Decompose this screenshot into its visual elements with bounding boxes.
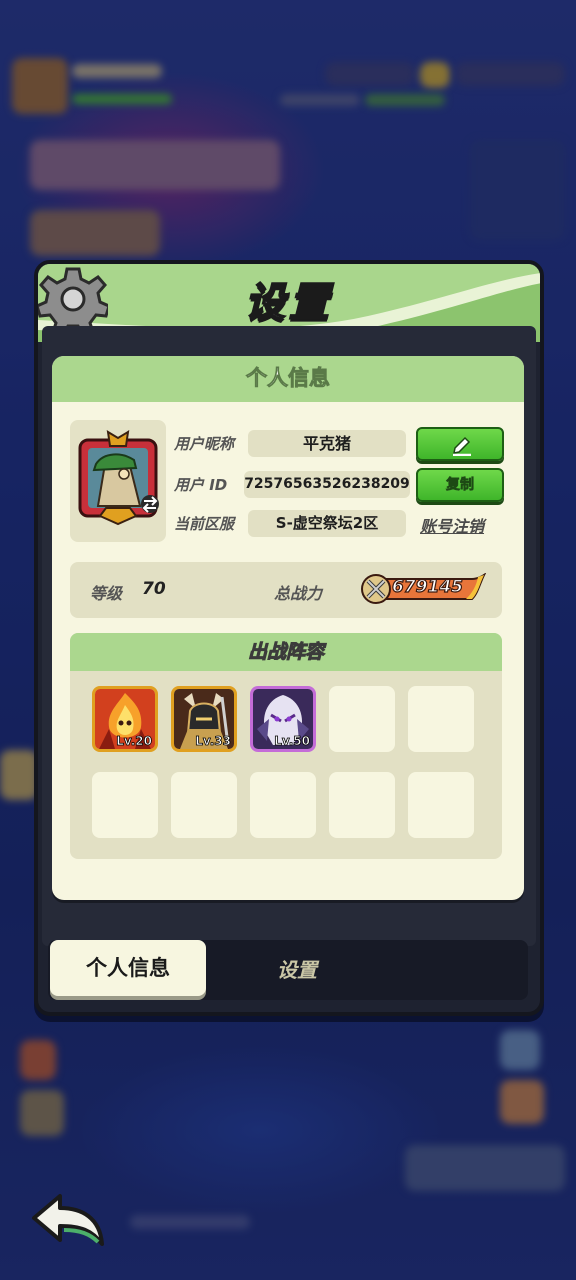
power-badge: 679145 <box>360 573 486 605</box>
lineup-title: 出战阵容 <box>70 633 502 671</box>
back-arrow-icon[interactable] <box>30 1192 106 1250</box>
empty-hero-slot[interactable] <box>408 772 474 838</box>
empty-hero-slot[interactable] <box>329 686 395 752</box>
hero-level: Lv.20 <box>116 734 153 749</box>
hero-slot-3[interactable]: Lv.50 <box>250 686 316 752</box>
empty-hero-slot[interactable] <box>250 772 316 838</box>
pencil-icon <box>453 436 471 456</box>
dialog-title: 设置 <box>244 279 333 327</box>
level-label: 等级 <box>90 584 123 603</box>
tab-settings[interactable]: 设置 <box>222 944 372 996</box>
tab-profile[interactable]: 个人信息 <box>50 940 206 996</box>
server-label: 当前区服 <box>174 515 235 533</box>
edit-nickname-button[interactable] <box>416 427 504 461</box>
nickname-value: 平克猪 <box>248 430 406 457</box>
avatar-frame-icon <box>78 430 159 526</box>
profile-panel: 个人信息 用户昵称 平克猪 用户 ID 7257656352623820​9 复… <box>52 356 524 900</box>
account-delete-link[interactable]: 账号注销 <box>420 513 484 537</box>
hero-level: Lv.50 <box>274 734 311 749</box>
empty-hero-slot[interactable] <box>408 686 474 752</box>
user-id-value: 7257656352623820​9 <box>244 471 410 498</box>
server-value: S-虚空祭坛2区 <box>248 510 406 537</box>
empty-hero-slot[interactable] <box>329 772 395 838</box>
power-label: 总战力 <box>274 584 323 603</box>
empty-hero-slot[interactable] <box>171 772 237 838</box>
power-value: 679145 <box>391 576 463 597</box>
empty-hero-slot[interactable] <box>92 772 158 838</box>
avatar[interactable] <box>70 420 166 542</box>
hero-slot-1[interactable]: Lv.20 <box>92 686 158 752</box>
copy-id-button[interactable]: 复制 <box>416 468 504 502</box>
stats-bar: 等级 70 总战力 679145 <box>70 562 502 618</box>
hero-level: Lv.33 <box>195 734 232 749</box>
level-value: 70 <box>142 579 166 599</box>
profile-panel-title: 个人信息 <box>52 356 524 402</box>
battle-lineup: 出战阵容 Lv.20 Lv.33 Lv.50 <box>70 633 502 859</box>
nickname-label: 用户昵称 <box>174 435 235 453</box>
user-id-label: 用户 ID <box>174 476 228 494</box>
hero-slot-2[interactable]: Lv.33 <box>171 686 237 752</box>
